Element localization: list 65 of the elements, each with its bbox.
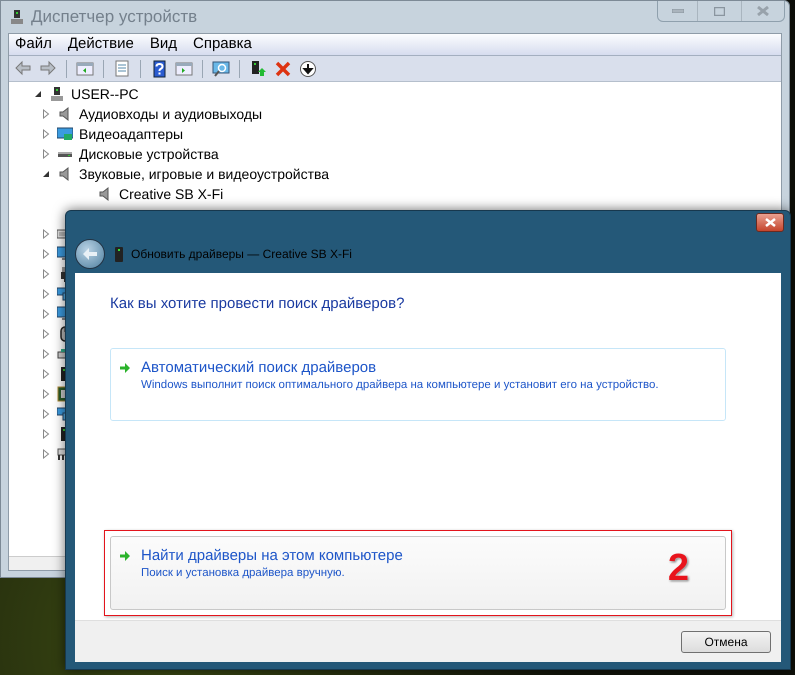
forward-arrow-icon — [39, 60, 57, 78]
tree-item[interactable]: Дисковые устройства — [79, 144, 219, 164]
monitor-search-icon — [212, 60, 230, 78]
expand-arrow-icon[interactable] — [41, 329, 51, 339]
option-description: Поиск и установка драйвера вручную. — [141, 566, 346, 580]
tree-item[interactable]: Creative SB X-Fi — [119, 184, 224, 204]
back-arrow-icon — [82, 247, 98, 261]
expand-arrow-icon[interactable] — [41, 129, 51, 139]
menu-item[interactable]: Действие — [66, 33, 136, 56]
expand-arrow-icon[interactable] — [41, 409, 51, 419]
expand-arrow-icon[interactable] — [41, 109, 51, 119]
minimize-icon — [672, 9, 684, 13]
expand-arrow-icon[interactable] — [41, 289, 51, 299]
back-arrow-icon — [14, 60, 32, 78]
expand-arrow-icon[interactable] — [41, 309, 51, 319]
properties-icon — [113, 60, 131, 78]
panel-icon — [175, 60, 193, 78]
dialog-heading: Как вы хотите провести поиск драйверов? — [110, 294, 406, 314]
computer-icon — [49, 86, 65, 102]
expand-arrow-icon[interactable] — [41, 349, 51, 359]
collapse-arrow-icon[interactable] — [41, 169, 51, 179]
arrow-icon — [119, 550, 131, 560]
network-icon — [57, 286, 65, 302]
menu-item[interactable]: Вид — [148, 33, 179, 56]
chip-icon — [57, 386, 65, 402]
network-icon — [57, 406, 65, 422]
dialog-title: Обновить драйверы — Creative SB X-Fi — [131, 246, 352, 263]
option-title: Автоматический поиск драйверов — [141, 358, 378, 376]
expand-arrow-icon[interactable] — [41, 229, 51, 239]
back-button[interactable] — [75, 239, 105, 269]
panel-icon — [76, 60, 94, 78]
expand-arrow-icon[interactable] — [41, 449, 51, 459]
expand-arrow-icon[interactable] — [41, 249, 51, 259]
expand-arrow-icon[interactable] — [41, 369, 51, 379]
expand-arrow-icon[interactable] — [41, 149, 51, 159]
tree-item[interactable]: Видеоадаптеры — [79, 124, 184, 144]
expand-arrow-icon[interactable] — [41, 269, 51, 279]
display-adapter-icon — [57, 126, 73, 142]
window-title: Диспетчер устройств — [31, 6, 198, 28]
step-number: 2 — [668, 548, 689, 586]
tree-item[interactable]: Звуковые, игровые и видеоустройства — [79, 164, 330, 184]
down-arrow-circle-icon — [299, 60, 317, 78]
close-icon — [764, 218, 776, 227]
device-icon — [115, 246, 123, 262]
menu-item[interactable]: Файл — [13, 33, 54, 56]
delete-icon — [274, 60, 292, 78]
close-icon — [757, 6, 769, 16]
option-card[interactable]: Автоматический поиск драйверов Windows выполнит поиск оптимального драйвера на компьютере и установит его на устройство. — [110, 348, 726, 420]
menu-item[interactable]: Справка — [190, 33, 254, 56]
tree-item[interactable]: USER--PC — [71, 84, 139, 104]
option-description: Windows выполнит поиск оптимального драйвера на компьютере и установит его на устройство. — [141, 378, 659, 392]
expand-arrow-icon[interactable] — [41, 389, 51, 399]
arrow-icon — [119, 362, 131, 372]
collapse-arrow-icon[interactable] — [33, 89, 43, 99]
maximize-icon — [714, 6, 725, 16]
option-title: Найти драйверы на этом компьютере — [141, 546, 403, 564]
option-card[interactable]: Найти драйверы на этом компьютере Поиск и установка драйвера вручную. 2 — [110, 536, 726, 610]
cancel-button[interactable]: Отмена — [681, 630, 771, 652]
dialog-close-button[interactable] — [756, 213, 784, 232]
computer-icon — [9, 9, 25, 25]
monitor-icon — [57, 306, 65, 322]
expand-arrow-icon[interactable] — [41, 429, 51, 439]
tree-item[interactable]: Аудиовходы и аудиовыходы — [79, 104, 262, 124]
monitor-icon — [57, 246, 65, 262]
computer-upload-icon — [249, 60, 267, 78]
